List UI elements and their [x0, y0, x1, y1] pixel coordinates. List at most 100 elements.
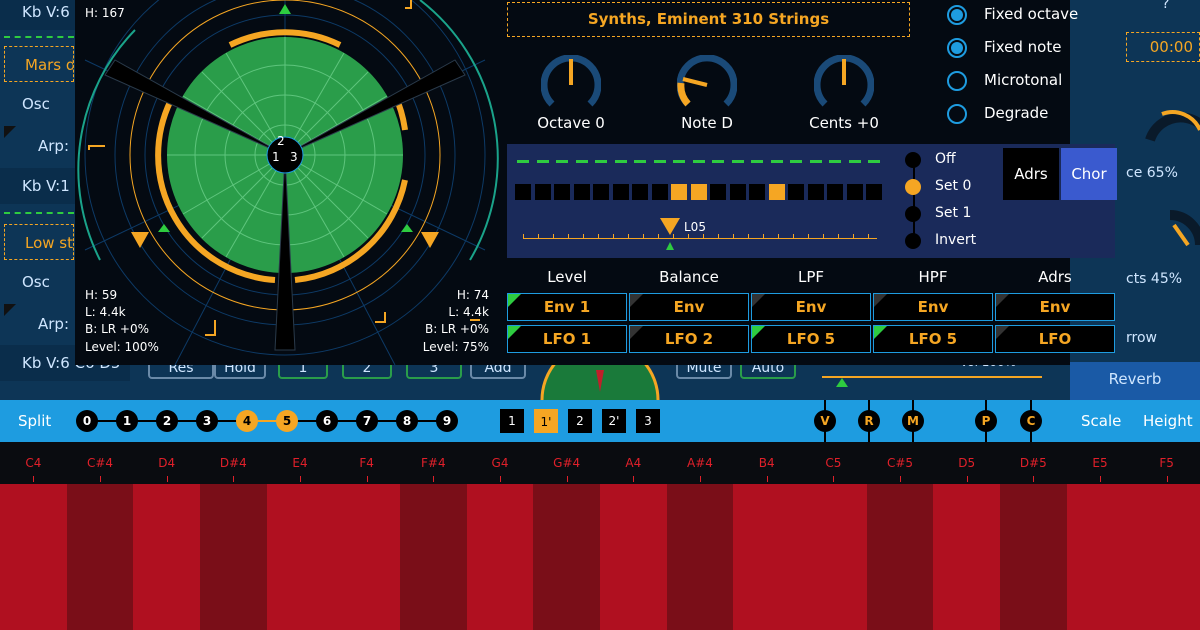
piano-key[interactable] [466, 484, 534, 630]
piano-key[interactable] [666, 484, 734, 630]
mod-level-env[interactable]: Env 1 [507, 293, 627, 321]
piano-key[interactable] [533, 484, 601, 630]
preset-name-field[interactable]: Synths, Eminent 310 Strings [507, 2, 910, 37]
piano-key[interactable] [1066, 484, 1134, 630]
split-number-1[interactable]: 1 [116, 410, 138, 432]
radio-icon[interactable] [947, 38, 967, 58]
scale-button[interactable]: Scale [1081, 412, 1121, 430]
sequencer-step[interactable] [593, 184, 609, 200]
octave-knob-icon[interactable] [541, 55, 601, 115]
split-layer-box[interactable]: 2 [568, 409, 592, 433]
volume-slider-track[interactable] [822, 376, 1042, 378]
piano-key[interactable] [0, 484, 68, 630]
mod-balance-lfo[interactable]: LFO 2 [629, 325, 749, 353]
split-pin-p[interactable]: P [975, 400, 997, 442]
sequencer-step[interactable] [554, 184, 570, 200]
sequencer-step[interactable] [749, 184, 765, 200]
piano-key[interactable] [600, 484, 668, 630]
split-pin-m[interactable]: M [902, 400, 924, 442]
mod-lpf-env[interactable]: Env [751, 293, 871, 321]
help-button[interactable]: ? [1162, 0, 1169, 12]
split-layer-box[interactable]: 1' [534, 409, 558, 433]
background-arrow-label[interactable]: rrow [1126, 330, 1157, 346]
sequencer-step[interactable] [827, 184, 843, 200]
volume-slider-handle[interactable] [836, 378, 848, 387]
track-row[interactable]: Kb V:1 C [0, 168, 75, 204]
sequencer-marker-icon[interactable] [660, 218, 680, 235]
split-number-0[interactable]: 0 [76, 410, 98, 432]
track-osc-button[interactable]: Osc [0, 86, 75, 122]
piano-key[interactable] [1133, 484, 1200, 630]
piano-key[interactable] [66, 484, 134, 630]
piano-key[interactable] [133, 484, 201, 630]
split-number-8[interactable]: 8 [396, 410, 418, 432]
sequencer-step[interactable] [788, 184, 804, 200]
split-number-5[interactable]: 5 [276, 410, 298, 432]
mode-dot[interactable] [905, 179, 921, 195]
radio-icon[interactable] [947, 5, 967, 25]
sequencer-step[interactable] [632, 184, 648, 200]
sequencer-step[interactable] [534, 184, 551, 200]
sequencer-step[interactable] [690, 184, 707, 200]
track-row[interactable]: Kb V:6 C [0, 0, 75, 30]
sequencer-step[interactable] [866, 184, 882, 200]
split-number-9[interactable]: 9 [436, 410, 458, 432]
keyboard[interactable] [0, 484, 1200, 630]
height-button[interactable]: Height [1143, 412, 1193, 430]
reverb-button[interactable]: Reverb [1070, 362, 1200, 400]
sequencer-step[interactable] [651, 184, 668, 200]
piano-key[interactable] [200, 484, 268, 630]
note-knob-icon[interactable] [677, 55, 737, 115]
split-layer-box[interactable]: 1 [500, 409, 524, 433]
background-knob-icon[interactable] [1110, 205, 1200, 275]
sequencer-step[interactable] [573, 184, 590, 200]
track-osc-button[interactable]: Osc [0, 264, 75, 300]
track-arp-button[interactable]: Arp: [0, 306, 75, 342]
sequencer-step[interactable] [515, 184, 531, 200]
split-pin-r[interactable]: R [858, 400, 880, 442]
split-pin-c[interactable]: C [1020, 400, 1042, 442]
piano-key[interactable] [800, 484, 868, 630]
mod-balance-env[interactable]: Env [629, 293, 749, 321]
sequencer-step[interactable] [807, 184, 824, 200]
track-preset-field[interactable]: Low st [4, 224, 74, 260]
tab-adrs[interactable]: Adrs [1003, 148, 1059, 200]
piano-key[interactable] [333, 484, 401, 630]
piano-key[interactable] [266, 484, 334, 630]
cents-knob-icon[interactable] [814, 55, 874, 115]
split-number-2[interactable]: 2 [156, 410, 178, 432]
piano-key[interactable] [933, 484, 1001, 630]
mod-adrs-lfo[interactable]: LFO [995, 325, 1115, 353]
radio-icon[interactable] [947, 104, 967, 124]
mod-lpf-lfo[interactable]: LFO 5 [751, 325, 871, 353]
sequencer-step[interactable] [710, 184, 726, 200]
split-pin-v[interactable]: V [814, 400, 836, 442]
track-preset-field[interactable]: Mars d [4, 46, 74, 82]
mode-dot[interactable] [905, 233, 921, 249]
split-number-6[interactable]: 6 [316, 410, 338, 432]
sequencer-handle-icon[interactable] [666, 242, 674, 250]
split-layer-box[interactable]: 2' [602, 409, 626, 433]
split-layer-box[interactable]: 3 [636, 409, 660, 433]
piano-key[interactable] [866, 484, 934, 630]
sequencer-step[interactable] [671, 184, 687, 200]
mod-hpf-lfo[interactable]: LFO 5 [873, 325, 993, 353]
split-number-3[interactable]: 3 [196, 410, 218, 432]
mod-level-lfo[interactable]: LFO 1 [507, 325, 627, 353]
split-button[interactable]: Split [18, 412, 51, 430]
split-number-7[interactable]: 7 [356, 410, 378, 432]
sequencer-step[interactable] [846, 184, 863, 200]
piano-key[interactable] [733, 484, 801, 630]
split-number-4[interactable]: 4 [236, 410, 258, 432]
mode-dot[interactable] [905, 152, 921, 168]
track-arp-button[interactable]: Arp: [0, 128, 75, 164]
tab-chor[interactable]: Chor [1061, 148, 1117, 200]
piano-key[interactable] [400, 484, 468, 630]
sequencer-step[interactable] [768, 184, 785, 200]
sequencer-step[interactable] [729, 184, 746, 200]
radio-icon[interactable] [947, 71, 967, 91]
sequencer-step[interactable] [612, 184, 629, 200]
piano-key[interactable] [1000, 484, 1068, 630]
mode-dot[interactable] [905, 206, 921, 222]
mod-hpf-env[interactable]: Env [873, 293, 993, 321]
